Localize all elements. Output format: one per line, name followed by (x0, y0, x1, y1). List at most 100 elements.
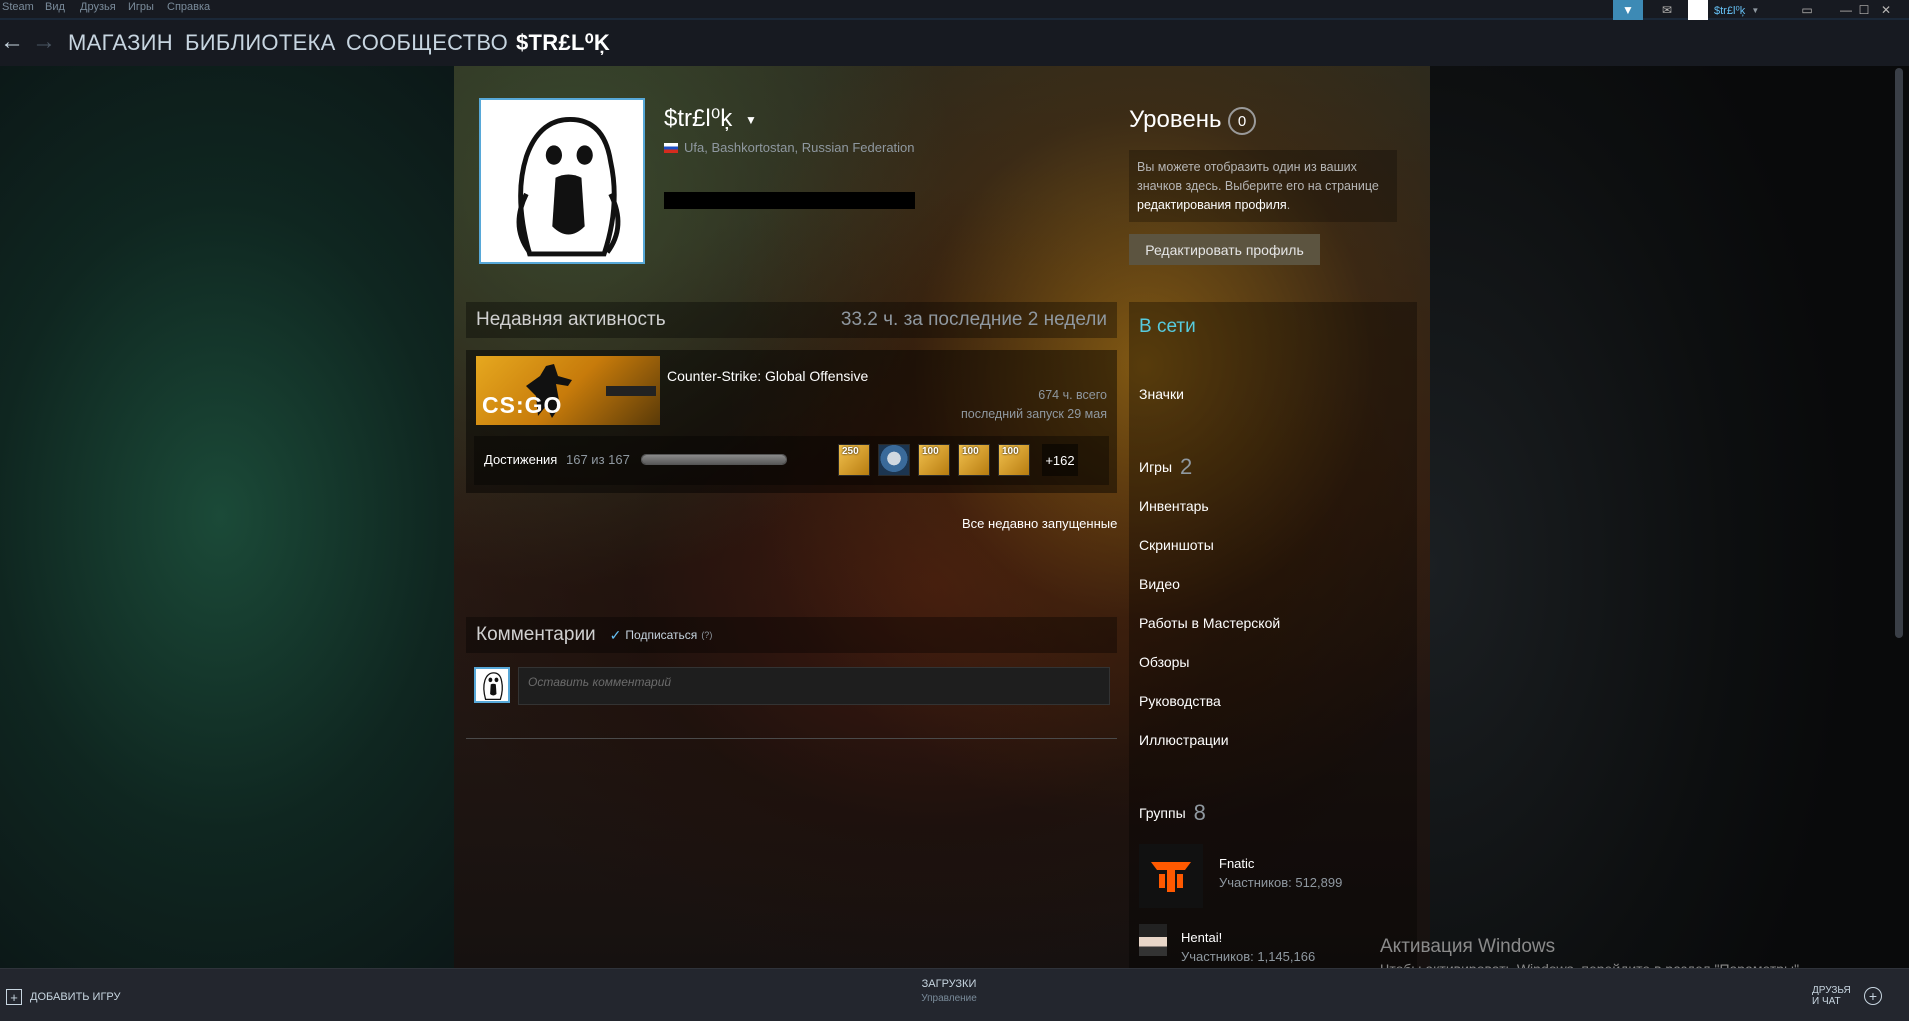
sidebar-item-groups[interactable]: Группы 8 (1139, 800, 1206, 826)
windows-activation-title: Активация Windows (1380, 936, 1556, 957)
nav-community[interactable]: СООБЩЕСТВО (346, 30, 508, 56)
edit-profile-link[interactable]: редактирования профиля (1137, 198, 1287, 212)
russia-flag-icon (664, 142, 678, 153)
nav-profile[interactable]: $TR£L⁰Ķ (516, 30, 610, 56)
avatar (1688, 0, 1708, 20)
sidebar-item-inventory[interactable]: Инвентарь (1139, 498, 1209, 514)
minimize-icon: — (1840, 3, 1852, 17)
sidebar-item-guides[interactable]: Руководства (1139, 693, 1221, 709)
achievements-count: 167 из 167 (566, 452, 630, 467)
achievement-icon[interactable]: 100 (918, 444, 950, 476)
groups-count: 8 (1193, 800, 1206, 825)
bottom-bar: + ДОБАВИТЬ ИГРУ ЗАГРУЗКИ Управление ДРУЗ… (0, 968, 1909, 1021)
sidebar-item-videos[interactable]: Видео (1139, 576, 1180, 592)
profile-location: Ufa, Bashkortostan, Russian Federation (664, 140, 915, 155)
comment-avatar (474, 667, 510, 703)
maximize-button[interactable]: ☐ (1856, 0, 1872, 20)
achievements-progress-bar (641, 454, 787, 465)
persona-name-text: $tr£l⁰ķ (664, 105, 733, 132)
persona-name[interactable]: $tr£l⁰ķ ▼ (664, 104, 757, 133)
fnatic-icon (1151, 862, 1191, 892)
badge-hint-text: Вы можете отобразить один из ваших значк… (1137, 160, 1379, 193)
add-friend-icon[interactable]: + (1864, 987, 1882, 1005)
friends-chat-button[interactable]: ДРУЗЬЯ И ЧАТ (1812, 985, 1851, 1007)
friends-chat-label-1: ДРУЗЬЯ (1812, 985, 1851, 996)
achievement-icon[interactable] (878, 444, 910, 476)
achievements-label[interactable]: Достижения (484, 452, 557, 467)
arrow-right-icon[interactable]: → (32, 28, 56, 56)
chevron-down-icon: ▼ (1751, 5, 1760, 15)
checkmark-icon: ✓ (609, 626, 622, 643)
profile-sidebar: В сети Значки Игры 2 Инвентарь Скриншоты … (1129, 302, 1417, 968)
achievement-icon[interactable]: 100 (998, 444, 1030, 476)
sidebar-item-label: Игры (1139, 459, 1173, 475)
game-total-hours: 674 ч. всего (1038, 388, 1107, 402)
achievement-label: 100 (962, 446, 979, 457)
friends-chat-label-2: И ЧАТ (1812, 996, 1841, 1007)
sidebar-item-artwork[interactable]: Иллюстрации (1139, 732, 1229, 748)
account-username: $tr£l⁰ķ (1714, 4, 1746, 17)
announcements-button[interactable]: ▼ (1613, 0, 1643, 20)
account-menu[interactable]: $tr£l⁰ķ ▼ (1688, 0, 1780, 20)
comments-title: Комментарии (476, 624, 596, 645)
level-label: Уровень (1129, 106, 1222, 133)
close-button[interactable]: ✕ (1878, 0, 1894, 20)
comment-input[interactable]: Оставить комментарий (518, 667, 1110, 705)
comments-header: Комментарии ✓ Подписаться (?) (466, 617, 1117, 653)
sidebar-item-games[interactable]: Игры 2 (1139, 454, 1192, 480)
menu-help[interactable]: Справка (167, 1, 210, 13)
achievement-icon[interactable]: 250 (838, 444, 870, 476)
group-name: Fnatic (1219, 856, 1255, 871)
ghost-icon (481, 100, 643, 262)
level-badge[interactable]: 0 (1228, 107, 1256, 135)
achievements-progress-fill (642, 455, 786, 464)
nav-store[interactable]: МАГАЗИН (68, 30, 173, 56)
help-icon[interactable]: (?) (701, 630, 712, 640)
close-icon: ✕ (1880, 3, 1892, 17)
sidebar-item-badges[interactable]: Значки (1139, 386, 1184, 402)
achievement-icon[interactable]: 100 (958, 444, 990, 476)
profile-avatar[interactable] (479, 98, 645, 264)
arrow-left-icon[interactable]: ← (0, 28, 24, 56)
sidebar-item-screenshots[interactable]: Скриншоты (1139, 537, 1214, 553)
page-background-right (1430, 66, 1909, 968)
subscribe-toggle[interactable]: ✓ Подписаться (?) (610, 627, 713, 644)
achievements-row: Достижения 167 из 167 250 100 100 100 +1… (474, 436, 1109, 485)
sidebar-item-workshop[interactable]: Работы в Мастерской (1139, 615, 1280, 631)
fnatic-logo (1139, 844, 1203, 908)
more-achievements[interactable]: +162 (1042, 444, 1078, 476)
games-count: 2 (1180, 454, 1193, 479)
badge-hint-suffix: . (1286, 198, 1291, 212)
nav-library[interactable]: БИБЛИОТЕКА (185, 30, 336, 56)
menu-steam[interactable]: Steam (2, 1, 34, 13)
online-status: В сети (1139, 316, 1196, 337)
downloads-button[interactable]: ЗАГРУЗКИ (0, 978, 1898, 990)
menu-games[interactable]: Игры (128, 1, 154, 13)
edit-profile-button[interactable]: Редактировать профиль (1129, 234, 1320, 265)
recent-activity-title: Недавняя активность (476, 309, 666, 330)
recent-activity-summary: 33.2 ч. за последние 2 недели (840, 309, 1107, 330)
group-members: Участников: 512,899 (1219, 875, 1343, 890)
nav-bar: ← → МАГАЗИН БИБЛИОТЕКА СООБЩЕСТВО $TR£L⁰… (0, 20, 1909, 66)
game-last-played: последний запуск 29 мая (960, 407, 1107, 421)
group-members: Участников: 1,145,166 (1181, 949, 1316, 964)
sidebar-item-label: Группы (1139, 805, 1186, 821)
minimize-button[interactable]: — (1838, 0, 1854, 20)
chevron-down-icon[interactable]: ▼ (745, 113, 757, 127)
scrollbar[interactable] (1895, 68, 1903, 638)
menu-view[interactable]: Вид (45, 1, 65, 13)
all-recent-games-link[interactable]: Все недавно запущенные (962, 516, 1117, 531)
achievement-label: 250 (842, 446, 859, 457)
location-text: Ufa, Bashkortostan, Russian Federation (684, 140, 915, 155)
envelope-icon: ✉ (1661, 3, 1673, 17)
game-cover-logo: CS:GO (482, 392, 563, 418)
notifications-button[interactable]: ✉ (1652, 0, 1682, 20)
big-picture-button[interactable]: ▭ (1797, 0, 1817, 20)
group-name: Hentai! (1181, 930, 1223, 945)
menu-friends[interactable]: Друзья (80, 1, 116, 13)
recent-activity-header: Недавняя активность 33.2 ч. за последние… (466, 302, 1117, 338)
game-cover[interactable]: CS:GO (476, 356, 660, 425)
game-name[interactable]: Counter-Strike: Global Offensive (667, 368, 868, 384)
maximize-icon: ☐ (1858, 3, 1870, 17)
sidebar-item-reviews[interactable]: Обзоры (1139, 654, 1190, 670)
